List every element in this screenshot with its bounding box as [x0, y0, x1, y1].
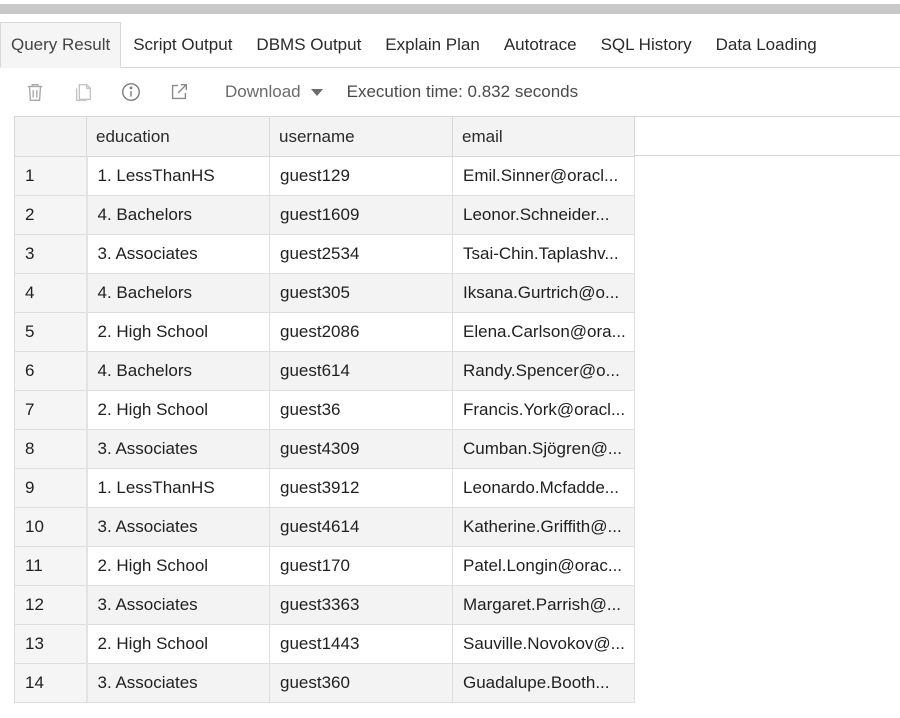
cell-username[interactable]: guest305 [269, 273, 453, 313]
table-row[interactable]: 9 1. LessThanHS guest3912 Leonardo.Mcfadde.… [14, 468, 635, 508]
cell-education[interactable]: 2. High School [86, 546, 270, 586]
column-header-username[interactable]: username [269, 116, 453, 157]
column-header-education[interactable]: education [86, 116, 270, 157]
tab-sql-history[interactable]: SQL History [589, 22, 704, 67]
cell-education[interactable]: 1. LessThanHS [86, 156, 270, 196]
row-number[interactable]: 14 [14, 663, 88, 703]
table-row[interactable]: 8 3. Associates guest4309 Cumban.Sjögren@..… [14, 429, 635, 469]
download-label: Download [225, 82, 301, 101]
result-tabs: Query Result Script Output DBMS Output E… [0, 22, 900, 68]
tab-dbms-output[interactable]: DBMS Output [244, 22, 373, 67]
trash-icon[interactable] [23, 80, 47, 104]
copy-icon[interactable] [71, 80, 95, 104]
download-dropdown[interactable]: Download [225, 77, 323, 107]
cell-education[interactable]: 3. Associates [86, 234, 270, 274]
tab-data-loading[interactable]: Data Loading [704, 22, 829, 67]
row-number[interactable]: 11 [14, 546, 88, 586]
cell-education[interactable]: 3. Associates [86, 585, 270, 625]
row-number[interactable]: 13 [14, 624, 88, 664]
table-row[interactable]: 2 4. Bachelors guest1609 Leonor.Schneider..… [14, 195, 635, 235]
cell-email[interactable]: Guadalupe.Booth... [452, 663, 635, 703]
cell-education[interactable]: 3. Associates [86, 663, 270, 703]
cell-email[interactable]: Leonor.Schneider... [452, 195, 635, 235]
cell-education[interactable]: 2. High School [86, 390, 270, 430]
row-number[interactable]: 7 [14, 390, 88, 430]
header-row: education username email [14, 116, 635, 157]
row-number[interactable]: 4 [14, 273, 88, 313]
cell-education[interactable]: 3. Associates [86, 507, 270, 547]
cell-education[interactable]: 4. Bachelors [86, 195, 270, 235]
cell-username[interactable]: guest3912 [269, 468, 453, 508]
cell-username[interactable]: guest4309 [269, 429, 453, 469]
cell-email[interactable]: Randy.Spencer@o... [452, 351, 635, 391]
tab-script-output[interactable]: Script Output [121, 22, 244, 67]
table-row[interactable]: 10 3. Associates guest4614 Katherine.Griffi… [14, 507, 635, 547]
cell-email[interactable]: Cumban.Sjögren@... [452, 429, 635, 469]
row-number[interactable]: 5 [14, 312, 88, 352]
row-number[interactable]: 12 [14, 585, 88, 625]
cell-education[interactable]: 4. Bachelors [86, 273, 270, 313]
row-number[interactable]: 3 [14, 234, 88, 274]
table-row[interactable]: 3 3. Associates guest2534 Tsai-Chin.Taplash… [14, 234, 635, 274]
cell-username[interactable]: guest1443 [269, 624, 453, 664]
cell-username[interactable]: guest36 [269, 390, 453, 430]
cell-email[interactable]: Elena.Carlson@ora... [452, 312, 635, 352]
cell-email[interactable]: Katherine.Griffith@... [452, 507, 635, 547]
cell-email[interactable]: Iksana.Gurtrich@o... [452, 273, 635, 313]
cell-email[interactable]: Leonardo.Mcfadde... [452, 468, 635, 508]
table-row[interactable]: 7 2. High School guest36 Francis.York@oracl… [14, 390, 635, 430]
row-number[interactable]: 1 [14, 156, 88, 196]
cell-username[interactable]: guest3363 [269, 585, 453, 625]
cell-email[interactable]: Margaret.Parrish@... [452, 585, 635, 625]
table-row[interactable]: 14 3. Associates guest360 Guadalupe.Booth..… [14, 663, 635, 703]
cell-username[interactable]: guest2086 [269, 312, 453, 352]
window-top-bar [0, 4, 900, 14]
cell-education[interactable]: 2. High School [86, 312, 270, 352]
cell-education[interactable]: 3. Associates [86, 429, 270, 469]
info-icon[interactable] [119, 80, 143, 104]
table-row[interactable]: 1 1. LessThanHS guest129 Emil.Sinner@oracl.… [14, 156, 635, 196]
table-row[interactable]: 11 2. High School guest170 Patel.Longin@ora… [14, 546, 635, 586]
cell-education[interactable]: 4. Bachelors [86, 351, 270, 391]
cell-email[interactable]: Tsai-Chin.Taplashv... [452, 234, 635, 274]
table-row[interactable]: 12 3. Associates guest3363 Margaret.Parrish… [14, 585, 635, 625]
row-number[interactable]: 10 [14, 507, 88, 547]
cell-education[interactable]: 1. LessThanHS [86, 468, 270, 508]
table-row[interactable]: 13 2. High School guest1443 Sauville.Novoko… [14, 624, 635, 664]
cell-username[interactable]: guest614 [269, 351, 453, 391]
table-row[interactable]: 4 4. Bachelors guest305 Iksana.Gurtrich@o..… [14, 273, 635, 313]
table-row[interactable]: 6 4. Bachelors guest614 Randy.Spencer@o... [14, 351, 635, 391]
cell-email[interactable]: Francis.York@oracl... [452, 390, 635, 430]
cell-email[interactable]: Emil.Sinner@oracl... [452, 156, 635, 196]
row-number[interactable]: 2 [14, 195, 88, 235]
row-number-header [14, 116, 87, 157]
cell-username[interactable]: guest360 [269, 663, 453, 703]
tab-query-result[interactable]: Query Result [0, 22, 122, 68]
cell-username[interactable]: guest2534 [269, 234, 453, 274]
column-header-email[interactable]: email [452, 116, 635, 157]
table-row[interactable]: 5 2. High School guest2086 Elena.Carlson@or… [14, 312, 635, 352]
row-number[interactable]: 9 [14, 468, 88, 508]
result-toolbar: Download Execution time: 0.832 seconds [0, 70, 900, 114]
execution-time: Execution time: 0.832 seconds [346, 82, 579, 101]
results-table: education username email 1 1. LessThanHS g… [14, 116, 635, 703]
cell-username[interactable]: guest170 [269, 546, 453, 586]
cell-email[interactable]: Sauville.Novokov@... [452, 624, 635, 664]
row-number[interactable]: 6 [14, 351, 88, 391]
results-grid: education username email 1 1. LessThanHS g… [14, 116, 900, 718]
open-external-icon[interactable] [167, 80, 191, 104]
tab-autotrace[interactable]: Autotrace [492, 22, 589, 67]
cell-username[interactable]: guest129 [269, 156, 453, 196]
row-number[interactable]: 8 [14, 429, 88, 469]
tab-explain-plan[interactable]: Explain Plan [373, 22, 492, 67]
cell-education[interactable]: 2. High School [86, 624, 270, 664]
cell-username[interactable]: guest1609 [269, 195, 453, 235]
chevron-down-icon [310, 88, 323, 96]
cell-username[interactable]: guest4614 [269, 507, 453, 547]
cell-email[interactable]: Patel.Longin@orac... [452, 546, 635, 586]
